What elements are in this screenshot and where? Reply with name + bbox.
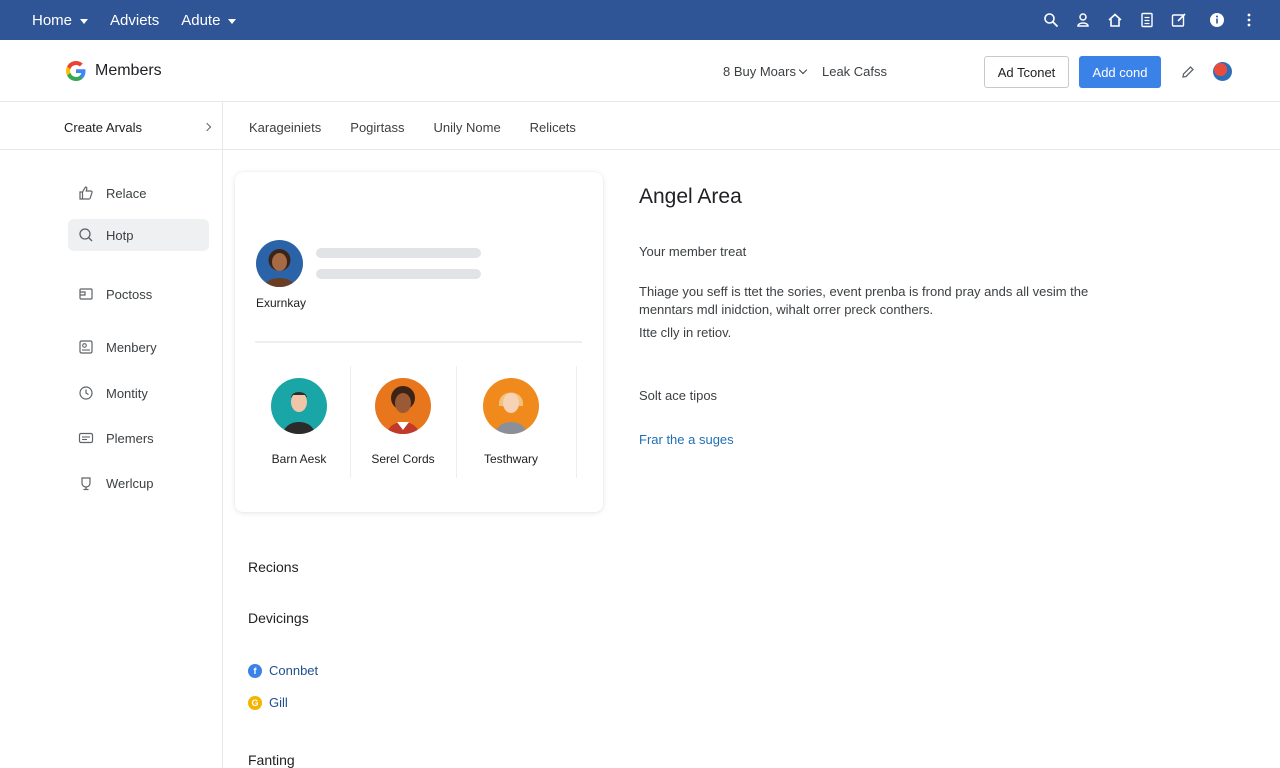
tab-unily-nome[interactable]: Unily Nome [433,120,500,135]
member-avatar[interactable] [483,378,539,434]
recents-heading: Recions [248,559,299,575]
top-nav-adute-label: Adute [181,11,221,29]
google-logo-icon [66,61,86,81]
sidebar-item-label: Werlcup [106,475,154,491]
top-icon-group [1042,0,1258,40]
profile-name: Exurnkay [256,296,307,310]
device-item-connbet[interactable]: f Connbet [248,663,318,678]
sidebar-item-relace[interactable]: Relace [68,177,209,209]
chevron-right-icon[interactable] [202,122,212,132]
sidebar-divider [222,102,223,768]
section-subtitle: Your member treat [639,244,747,259]
sidebar-item-montity[interactable]: Montity [68,377,209,409]
sidebar: Relace Hotp Poctoss Menbery Montity Plem… [0,150,222,768]
leak-cafss-link[interactable]: Leak Cafss [822,64,887,79]
member-item[interactable]: Serel Cords [351,378,455,466]
top-nav-adviets[interactable]: Adviets [110,12,159,29]
member-name: Serel Cords [371,452,435,466]
top-nav-menu: Home Adviets Adute [0,11,237,29]
footer-heading: Fanting [248,752,295,768]
chevron-down-icon [228,18,237,24]
id-card-icon [78,430,94,446]
sidebar-item-label: Relace [106,185,147,201]
create-arvals-link[interactable]: Create Arvals [64,120,142,135]
buy-moars-label: 8 Buy Moars [723,64,796,79]
cup-icon [78,475,94,491]
page-title: Members [95,62,162,79]
sidebar-item-menbery[interactable]: Menbery [68,331,209,363]
info-icon[interactable] [1208,11,1226,29]
profile-card: Exurnkay Barn Aesk Serel Cords Testhwary [235,172,603,512]
section-description: Thiage you seff is ttet the sories, even… [639,284,1089,317]
member-item[interactable]: Testhwary [459,378,563,466]
document-icon[interactable] [1138,11,1156,29]
sidebar-item-werlcup[interactable]: Werlcup [68,467,209,499]
tips-heading: Solt ace tipos [639,388,718,403]
member-divider [576,366,577,478]
top-nav-adute[interactable]: Adute [181,11,237,29]
sidebar-item-label: Plemers [106,430,154,446]
chevron-down-icon [798,65,808,75]
box-icon [78,286,94,302]
top-nav-home[interactable]: Home [32,11,89,29]
pencil-icon[interactable] [1180,64,1196,80]
device-label: Connbet [269,663,319,678]
top-nav-adviets-label: Adviets [110,11,160,29]
loading-placeholder-line [316,269,481,279]
top-nav-bar: Home Adviets Adute [0,0,1280,40]
top-nav-home-label: Home [32,11,73,29]
home-icon[interactable] [1106,11,1124,29]
device-badge: G [251,697,259,708]
tab-relicets[interactable]: Relicets [530,120,576,135]
member-name: Barn Aesk [271,452,327,466]
device-label: Gill [269,695,288,710]
sub-tabs: Karageiniets Pogirtass Unily Nome Relice… [249,120,576,135]
clock-icon [78,385,94,401]
user-icon[interactable] [1074,11,1092,29]
member-name: Testhwary [483,452,539,466]
thumbs-up-icon [78,185,94,201]
member-divider [456,366,457,478]
tab-karageiniets[interactable]: Karageiniets [249,120,321,135]
suggestions-link[interactable]: Frar the a suges [639,432,734,447]
sidebar-item-label: Poctoss [106,286,153,302]
profile-avatar[interactable] [256,240,303,287]
sub-header: Create Arvals Karageiniets Pogirtass Uni… [0,102,1280,150]
sidebar-item-hotp[interactable]: Hotp [68,219,209,251]
device-item-gill[interactable]: G Gill [248,695,288,710]
add-cond-button[interactable]: Add cond [1079,56,1161,88]
search-icon [78,227,94,243]
sidebar-item-label: Montity [106,385,148,401]
sidebar-item-label: Menbery [106,339,157,355]
member-avatar[interactable] [271,378,327,434]
chevron-down-icon [80,18,89,24]
devices-heading: Devicings [248,610,309,626]
tab-pogirtass[interactable]: Pogirtass [350,120,404,135]
buy-moars-dropdown[interactable]: 8 Buy Moars [723,64,808,79]
section-title: Angel Area [639,185,742,208]
app-header: Members 8 Buy Moars Leak Cafss Ad Tconet… [0,40,1280,102]
member-card-icon [78,339,94,355]
member-avatar[interactable] [375,378,431,434]
user-avatar[interactable] [1213,62,1232,81]
sidebar-item-label: Hotp [106,227,134,243]
device-badge: f [253,665,257,676]
edit-icon[interactable] [1170,11,1188,29]
leak-cafss-label: Leak Cafss [821,64,888,79]
member-item[interactable]: Barn Aesk [247,378,351,466]
loading-placeholder-line [316,248,481,258]
google-icon: G [248,695,262,710]
header-links: 8 Buy Moars Leak Cafss [723,64,887,79]
sidebar-item-poctoss[interactable]: Poctoss [68,278,209,310]
sidebar-item-plemers[interactable]: Plemers [68,422,209,454]
facebook-icon: f [248,663,262,678]
card-divider [255,341,582,343]
more-vert-icon[interactable] [1240,11,1258,29]
section-note: Itte clly in retiov. [639,325,732,340]
search-icon[interactable] [1042,11,1060,29]
ad-tconet-button[interactable]: Ad Tconet [984,56,1069,88]
